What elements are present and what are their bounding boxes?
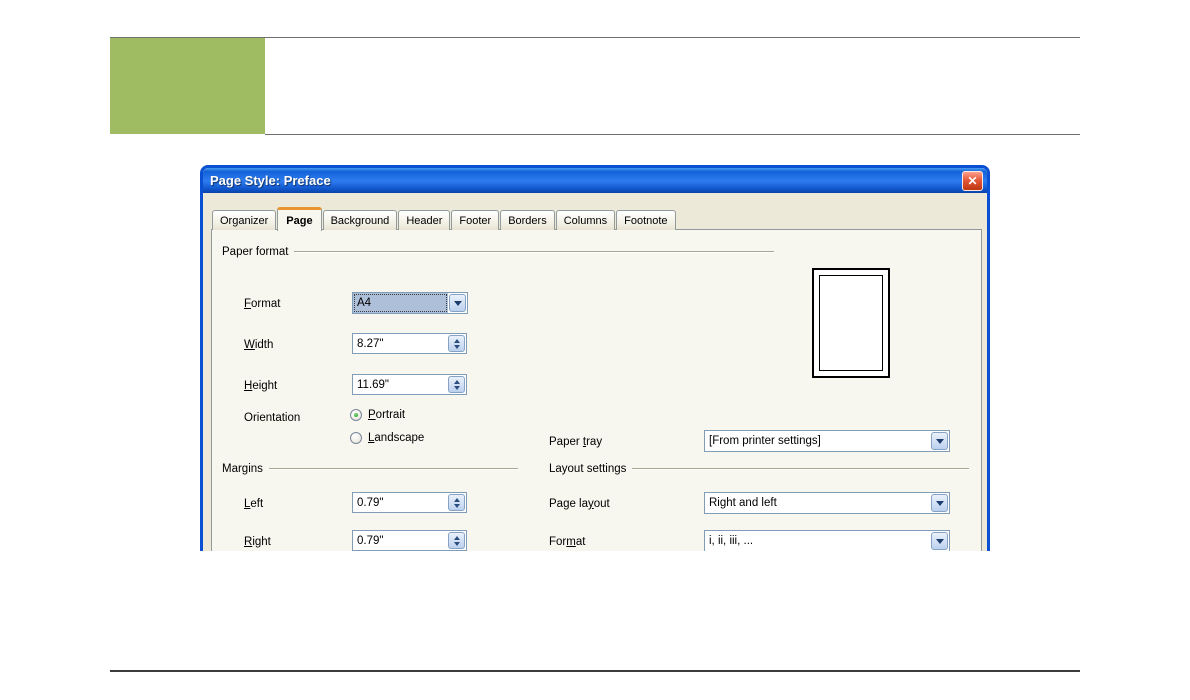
slide-accent-block [110, 38, 265, 134]
margin-right-spinner[interactable] [448, 532, 465, 549]
margin-left-spinner[interactable] [448, 494, 465, 511]
spinner-down-icon [453, 344, 460, 349]
numbering-format-combobox[interactable]: i, ii, iii, ... [704, 530, 950, 551]
page-layout-combobox-dropdown-button[interactable] [931, 494, 948, 512]
spinner-up-icon [453, 535, 460, 540]
width-spinner[interactable] [448, 335, 465, 352]
margin-left-value[interactable]: 0.79" [353, 497, 448, 509]
page-layout-combobox-value[interactable]: Right and left [705, 493, 930, 513]
format-label: Format [244, 298, 281, 310]
width-value[interactable]: 8.27" [353, 338, 448, 350]
dialog-titlebar[interactable]: Page Style: Preface ✕ [203, 168, 987, 193]
group-rule [268, 468, 518, 470]
chevron-down-icon [935, 438, 944, 444]
portrait-radio-button[interactable] [350, 409, 362, 421]
margin-right-label: Right [244, 536, 271, 548]
tab-header[interactable]: Header [398, 210, 451, 230]
paper-format-group-header: Paper format [222, 246, 774, 258]
tab-page[interactable]: Page [277, 207, 322, 231]
height-spinner[interactable] [448, 376, 465, 393]
paper-tray-combobox[interactable]: [From printer settings] [704, 430, 950, 452]
tab-organizer[interactable]: Organizer [212, 210, 277, 230]
numbering-format-combobox-dropdown-button[interactable] [931, 532, 948, 550]
spinner-up-icon [453, 379, 460, 384]
chevron-down-icon [935, 500, 944, 506]
slide-bottom-rule [110, 670, 1080, 672]
paper-tray-combobox-dropdown-button[interactable] [931, 432, 948, 450]
page-preview [812, 268, 890, 378]
format-combobox-dropdown-button[interactable] [449, 294, 466, 312]
format-combobox-value[interactable]: A4 [353, 293, 448, 313]
margin-right-spinfield[interactable]: 0.79" [352, 530, 467, 551]
numbering-format-combobox-value[interactable]: i, ii, iii, ... [705, 531, 930, 551]
dialog-title: Page Style: Preface [210, 173, 331, 188]
page-tab-panel: Paper format Format A4 Width 8.27" Heigh… [211, 229, 982, 551]
margin-left-spinfield[interactable]: 0.79" [352, 492, 467, 513]
layout-settings-group-header: Layout settings [549, 463, 969, 475]
portrait-radio-label: Portrait [368, 409, 406, 421]
margin-right-value[interactable]: 0.79" [353, 535, 448, 547]
page-style-dialog: Page Style: Preface ✕ Organizer Page Bac… [200, 165, 990, 551]
height-value[interactable]: 11.69" [353, 379, 448, 391]
chevron-down-icon [453, 300, 462, 306]
spinner-down-icon [453, 385, 460, 390]
group-rule [294, 251, 774, 253]
chevron-down-icon [935, 538, 944, 544]
format-combobox[interactable]: A4 [352, 292, 468, 314]
landscape-radio-label: Landscape [368, 432, 425, 444]
margins-group-header: Margins [222, 463, 518, 475]
width-label: Width [244, 339, 274, 351]
paper-format-group-label: Paper format [222, 246, 289, 258]
paper-tray-label: Paper tray [549, 436, 603, 448]
margins-group-label: Margins [222, 463, 263, 475]
close-button[interactable]: ✕ [962, 170, 983, 191]
height-label: Height [244, 380, 278, 392]
group-rule [632, 468, 969, 470]
page-preview-margins [819, 275, 883, 371]
height-spinfield[interactable]: 11.69" [352, 374, 467, 395]
spinner-up-icon [453, 338, 460, 343]
tab-footnote[interactable]: Footnote [616, 210, 676, 230]
slide-header-rule [265, 134, 1080, 135]
tab-strip: Organizer Page Background Header Footer … [212, 206, 677, 231]
landscape-radio[interactable]: Landscape [350, 432, 424, 444]
orientation-label: Orientation [244, 412, 301, 424]
tab-borders[interactable]: Borders [500, 210, 555, 230]
close-icon: ✕ [967, 173, 978, 188]
margin-left-label: Left [244, 498, 264, 510]
width-spinfield[interactable]: 8.27" [352, 333, 467, 354]
numbering-format-label: Format [549, 536, 586, 548]
tab-background[interactable]: Background [322, 210, 398, 230]
tab-footer[interactable]: Footer [451, 210, 500, 230]
layout-settings-group-label: Layout settings [549, 463, 627, 475]
portrait-radio[interactable]: Portrait [350, 409, 405, 421]
spinner-down-icon [453, 503, 460, 508]
landscape-radio-button[interactable] [350, 432, 362, 444]
paper-tray-combobox-value[interactable]: [From printer settings] [705, 431, 930, 451]
tab-columns[interactable]: Columns [555, 210, 616, 230]
spinner-down-icon [453, 541, 460, 546]
page-layout-combobox[interactable]: Right and left [704, 492, 950, 514]
spinner-up-icon [453, 497, 460, 502]
page-layout-label: Page layout [549, 498, 610, 510]
